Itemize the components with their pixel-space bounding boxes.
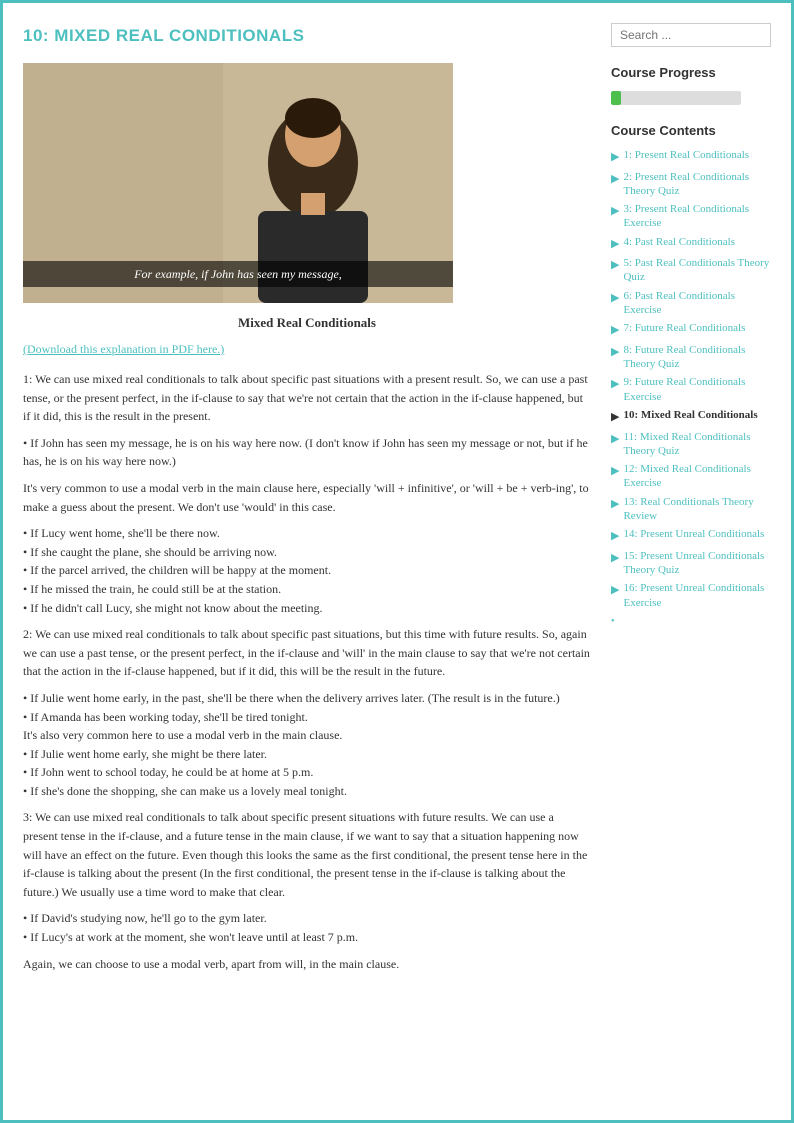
course-item-8[interactable]: ▶8: Future Real Conditionals Theory Quiz — [611, 343, 771, 372]
course-item-label-2: 2: Present Real Conditionals Theory Quiz — [623, 170, 771, 199]
arrow-icon-11: ▶ — [611, 431, 619, 448]
course-item-11[interactable]: ▶11: Mixed Real Conditionals Theory Quiz — [611, 430, 771, 459]
arrow-icon-4: ▶ — [611, 236, 619, 253]
course-item-label-11: 11: Mixed Real Conditionals Theory Quiz — [623, 430, 771, 459]
contents-title: Course Contents — [611, 121, 771, 141]
arrow-icon-15: ▶ — [611, 550, 619, 567]
course-item-6[interactable]: ▶6: Past Real Conditionals Exercise — [611, 289, 771, 318]
course-item-7[interactable]: ▶ 7: Future Real Conditionals — [611, 321, 771, 339]
trailing-dot: • — [611, 614, 771, 629]
course-item-3[interactable]: ▶3: Present Real Conditionals Exercise — [611, 202, 771, 231]
layout: 10: MIXED REAL CONDITIONALS — [23, 23, 771, 981]
arrow-icon-9: ▶ — [611, 376, 619, 393]
lesson-para-6: • If Julie went home early, in the past,… — [23, 689, 591, 801]
course-item-label-10: 10: Mixed Real Conditionals — [623, 408, 757, 422]
arrow-icon-14: ▶ — [611, 528, 619, 545]
search-input[interactable] — [611, 23, 771, 47]
sidebar: Course Progress Course Contents ▶ 1: Pres… — [611, 23, 771, 981]
arrow-icon-8: ▶ — [611, 344, 619, 361]
course-item-label-12: 12: Mixed Real Conditionals Exercise — [623, 462, 771, 491]
course-item-13[interactable]: ▶13: Real Conditionals Theory Review — [611, 495, 771, 524]
course-item-label-14: 14: Present Unreal Conditionals — [623, 527, 764, 541]
course-item-2[interactable]: ▶2: Present Real Conditionals Theory Qui… — [611, 170, 771, 199]
lesson-para-5: 2: We can use mixed real conditionals to… — [23, 625, 591, 681]
progress-section: Course Progress — [611, 63, 771, 105]
arrow-icon-12: ▶ — [611, 463, 619, 480]
arrow-icon-13: ▶ — [611, 496, 619, 513]
course-item-1[interactable]: ▶ 1: Present Real Conditionals — [611, 148, 771, 166]
lesson-para-2: • If John has seen my message, he is on … — [23, 434, 591, 471]
course-item-label-7: 7: Future Real Conditionals — [623, 321, 745, 335]
lesson-body: 1: We can use mixed real conditionals to… — [23, 370, 591, 973]
arrow-icon-10: ▶ — [611, 409, 619, 426]
video-thumbnail: For example, if John has seen my message… — [23, 63, 453, 303]
lesson-para-8: • If David's studying now, he'll go to t… — [23, 909, 591, 946]
video-player[interactable]: For example, if John has seen my message… — [23, 63, 453, 303]
arrow-icon-7: ▶ — [611, 322, 619, 339]
lesson-para-1: 1: We can use mixed real conditionals to… — [23, 370, 591, 426]
course-item-9[interactable]: ▶9: Future Real Conditionals Exercise — [611, 375, 771, 404]
arrow-icon-2: ▶ — [611, 171, 619, 188]
arrow-icon-16: ▶ — [611, 582, 619, 599]
course-item-label-9: 9: Future Real Conditionals Exercise — [623, 375, 771, 404]
course-item-label-3: 3: Present Real Conditionals Exercise — [623, 202, 771, 231]
page-title: 10: MIXED REAL CONDITIONALS — [23, 23, 591, 49]
progress-title: Course Progress — [611, 63, 771, 83]
course-item-label-8: 8: Future Real Conditionals Theory Quiz — [623, 343, 771, 372]
course-item-label-13: 13: Real Conditionals Theory Review — [623, 495, 771, 524]
progress-bar-fill — [611, 91, 621, 105]
arrow-icon-6: ▶ — [611, 290, 619, 307]
course-item-10[interactable]: ▶ 10: Mixed Real Conditionals — [611, 408, 771, 426]
course-item-16[interactable]: ▶16: Present Unreal Conditionals Exercis… — [611, 581, 771, 610]
lesson-para-9: Again, we can choose to use a modal verb… — [23, 955, 591, 974]
course-item-5[interactable]: ▶5: Past Real Conditionals Theory Quiz — [611, 256, 771, 285]
course-item-14[interactable]: ▶ 14: Present Unreal Conditionals — [611, 527, 771, 545]
progress-bar-background — [611, 91, 741, 105]
course-item-4[interactable]: ▶ 4: Past Real Conditionals — [611, 235, 771, 253]
course-items-list: ▶1: Present Real Conditionals▶2: Present… — [611, 148, 771, 629]
lesson-para-7: 3: We can use mixed real conditionals to… — [23, 808, 591, 901]
video-caption: For example, if John has seen my message… — [23, 261, 453, 287]
video-title: Mixed Real Conditionals — [23, 313, 591, 333]
course-item-label-4: 4: Past Real Conditionals — [623, 235, 735, 249]
course-item-label-15: 15: Present Unreal Conditionals Theory Q… — [623, 549, 771, 578]
arrow-icon-3: ▶ — [611, 203, 619, 220]
arrow-icon-1: ▶ — [611, 149, 619, 166]
course-item-label-5: 5: Past Real Conditionals Theory Quiz — [623, 256, 771, 285]
lesson-para-3: It's very common to use a modal verb in … — [23, 479, 591, 516]
course-item-15[interactable]: ▶15: Present Unreal Conditionals Theory … — [611, 549, 771, 578]
download-link[interactable]: (Download this explanation in PDF here.) — [23, 340, 591, 358]
page-wrapper: 10: MIXED REAL CONDITIONALS — [0, 0, 794, 1123]
course-item-label-6: 6: Past Real Conditionals Exercise — [623, 289, 771, 318]
course-item-label-1: 1: Present Real Conditionals — [623, 148, 749, 162]
lesson-para-4: • If Lucy went home, she'll be there now… — [23, 524, 591, 617]
course-item-label-16: 16: Present Unreal Conditionals Exercise — [623, 581, 771, 610]
arrow-icon-5: ▶ — [611, 257, 619, 274]
main-content: 10: MIXED REAL CONDITIONALS — [23, 23, 591, 981]
course-item-12[interactable]: ▶12: Mixed Real Conditionals Exercise — [611, 462, 771, 491]
